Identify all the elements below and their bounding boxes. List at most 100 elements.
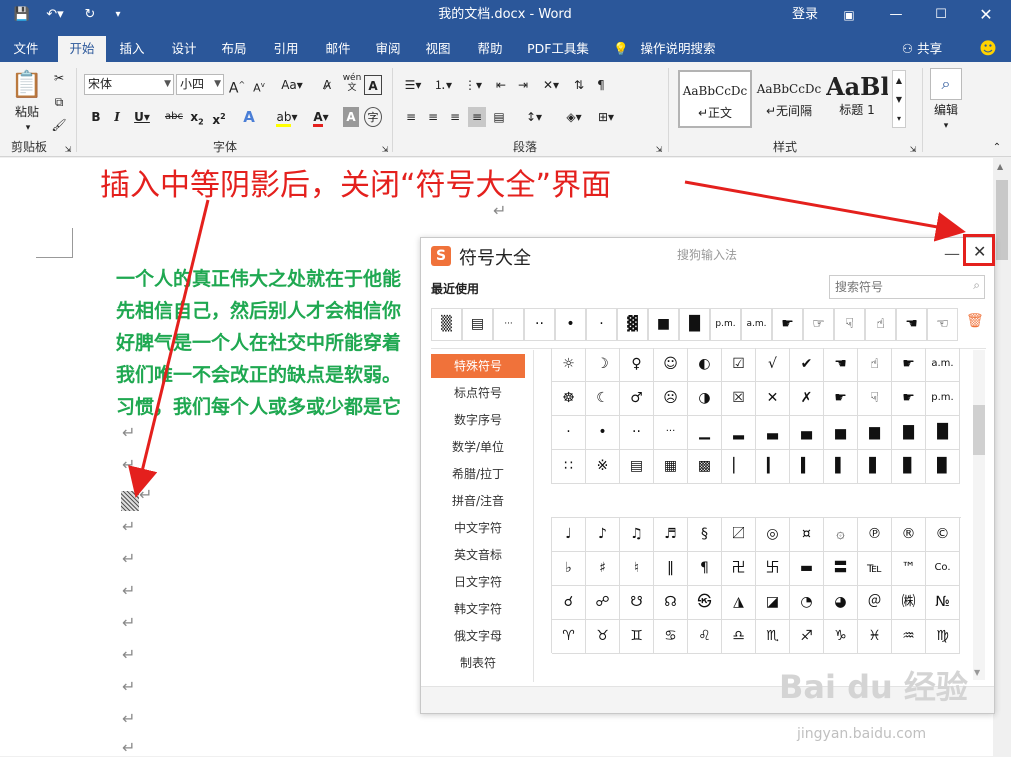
symbol-cell[interactable]: ☋ (620, 586, 654, 620)
search-icon[interactable]: ⌕ (973, 278, 980, 293)
category-item[interactable]: 俄文字母 (431, 624, 525, 648)
recent-symbol[interactable]: ▒ (431, 308, 462, 341)
tab-pdf-tools[interactable]: PDF工具集 (522, 38, 594, 62)
recent-symbol[interactable]: · (586, 308, 617, 341)
cut-icon[interactable]: ✂ (50, 68, 68, 88)
symbol-cell[interactable]: ▂ (722, 416, 756, 450)
category-item[interactable]: 特殊符号 (431, 354, 525, 378)
symbol-cell[interactable]: Co. (926, 552, 960, 586)
underline-icon[interactable]: U▾ (130, 107, 154, 127)
symbol-cell[interactable]: ‖ (654, 552, 688, 586)
symbol-cell[interactable]: ☝ (858, 348, 892, 382)
symbol-cell[interactable]: ▬ (790, 552, 824, 586)
window-close-icon[interactable]: ✕ (975, 4, 997, 26)
scroll-thumb[interactable] (996, 180, 1008, 260)
styles-launcher-icon[interactable]: ⇲ (908, 140, 918, 160)
symbol-cell[interactable]: ◔ (790, 586, 824, 620)
recent-symbol[interactable]: ☟ (834, 308, 865, 341)
symbol-cell[interactable]: § (688, 518, 722, 552)
recent-symbol[interactable]: ▓ (617, 308, 648, 341)
tab-design[interactable]: 设计 (164, 38, 204, 62)
symbol-cell[interactable]: ♭ (552, 552, 586, 586)
share-button[interactable]: ⚇ 共享 (898, 38, 946, 62)
symbol-cell[interactable]: ☸ (552, 382, 586, 416)
paste-clipboard-icon[interactable]: 📋 (10, 68, 44, 102)
symbol-cell[interactable]: ♮ (620, 552, 654, 586)
symbol-cell[interactable]: ◑ (688, 382, 722, 416)
category-item[interactable]: 韩文字符 (431, 597, 525, 621)
justify-icon[interactable]: ≡ (468, 107, 486, 127)
style-normal[interactable]: AaBbCcDc ↵正文 (678, 70, 752, 128)
style-heading-1[interactable]: AaBl 标题 1 (826, 70, 888, 128)
symbol-cell[interactable]: · (552, 416, 586, 450)
phonetic-guide-icon[interactable]: wén 文 (342, 73, 362, 93)
font-size-combo[interactable]: 小四 ▼ (176, 74, 224, 95)
category-item[interactable]: 标点符号 (431, 381, 525, 405)
symbol-cell[interactable]: ▁ (688, 416, 722, 450)
symbol-cell[interactable]: ··· (654, 416, 688, 450)
symbol-cell[interactable]: ▊ (892, 450, 926, 484)
symbol-cell[interactable]: ☍ (586, 586, 620, 620)
scroll-up-icon[interactable]: ▲ (997, 162, 1003, 171)
symbol-cell[interactable]: ☹ (654, 382, 688, 416)
symbol-cell[interactable]: ♪ (586, 518, 620, 552)
recent-symbol[interactable]: ☚ (896, 308, 927, 341)
symbol-cell[interactable]: ℗ (858, 518, 892, 552)
symbol-cell[interactable]: ¶ (688, 552, 722, 586)
ribbon-display-icon[interactable]: ▣ (838, 4, 860, 26)
symbol-cell[interactable]: ◪ (756, 586, 790, 620)
grow-font-icon[interactable]: A^ (228, 75, 246, 97)
symbol-cell[interactable]: ▏ (722, 450, 756, 484)
category-item[interactable]: 数字序号 (431, 408, 525, 432)
symbol-cell[interactable]: ♌ (688, 620, 722, 654)
change-case-icon[interactable]: Aa▾ (277, 75, 307, 95)
symbol-cell[interactable]: ® (892, 518, 926, 552)
recent-symbol[interactable]: ··· (493, 308, 524, 341)
symbol-cell[interactable]: 卍 (722, 552, 756, 586)
symbol-cell[interactable]: ♫ (620, 518, 654, 552)
align-right-icon[interactable]: ≡ (446, 107, 464, 127)
symbol-cell[interactable]: ™ (892, 552, 926, 586)
symbol-cell[interactable]: ▇ (892, 416, 926, 450)
shrink-font-icon[interactable]: Av (250, 75, 268, 95)
symbol-cell[interactable]: a.m. (926, 348, 960, 382)
symbol-cell[interactable]: ▋ (858, 450, 892, 484)
font-name-combo[interactable]: 宋体 ▼ (84, 74, 174, 95)
align-center-icon[interactable]: ≡ (424, 107, 442, 127)
panel-scrollbar[interactable]: ▼ (973, 350, 985, 680)
recent-symbol[interactable]: ·· (524, 308, 555, 341)
category-item[interactable]: 日文字符 (431, 570, 525, 594)
symbol-cell[interactable]: ◮ (722, 586, 756, 620)
symbol-cell[interactable]: ▆ (858, 416, 892, 450)
category-item[interactable]: 数学/单位 (431, 435, 525, 459)
symbol-cell[interactable]: ♩ (552, 518, 586, 552)
format-painter-icon[interactable]: 🖌 (50, 115, 68, 135)
tab-home[interactable]: 开始 (58, 36, 106, 62)
character-shading-icon[interactable]: A (343, 107, 359, 127)
maximize-icon[interactable]: ☐ (930, 4, 952, 26)
recent-symbol[interactable]: ☛ (772, 308, 803, 341)
text-effects-icon[interactable]: A (240, 107, 258, 127)
symbol-cell[interactable]: ·· (620, 416, 654, 450)
bullets-icon[interactable]: ☰▾ (400, 75, 426, 95)
category-item[interactable]: 制表符 (431, 651, 525, 675)
minimize-icon[interactable]: — (885, 4, 907, 26)
symbol-cell[interactable]: ▦ (654, 450, 688, 484)
recent-symbol[interactable]: ☜ (927, 308, 958, 341)
recent-symbol[interactable]: • (555, 308, 586, 341)
symbol-cell[interactable]: ◕ (824, 586, 858, 620)
tab-review[interactable]: 审阅 (368, 38, 408, 62)
trash-icon[interactable]: 🗑 (966, 313, 984, 329)
symbol-cell[interactable]: p.m. (926, 382, 960, 416)
symbol-cell[interactable]: ☽ (586, 348, 620, 382)
decrease-indent-icon[interactable]: ⇤ (492, 75, 510, 95)
symbol-cell[interactable]: ℡ (858, 552, 892, 586)
highlight-color-icon[interactable]: ab▾ (270, 107, 304, 127)
symbol-cell[interactable]: ♂ (620, 382, 654, 416)
category-item[interactable]: 希腊/拉丁 (431, 462, 525, 486)
borders-icon[interactable]: ⊞▾ (592, 107, 620, 127)
symbol-cell[interactable]: ▄ (790, 416, 824, 450)
symbol-cell[interactable]: ۞ (824, 518, 858, 552)
recent-symbol[interactable]: ■ (648, 308, 679, 341)
paragraph-launcher-icon[interactable]: ⇲ (654, 140, 664, 160)
